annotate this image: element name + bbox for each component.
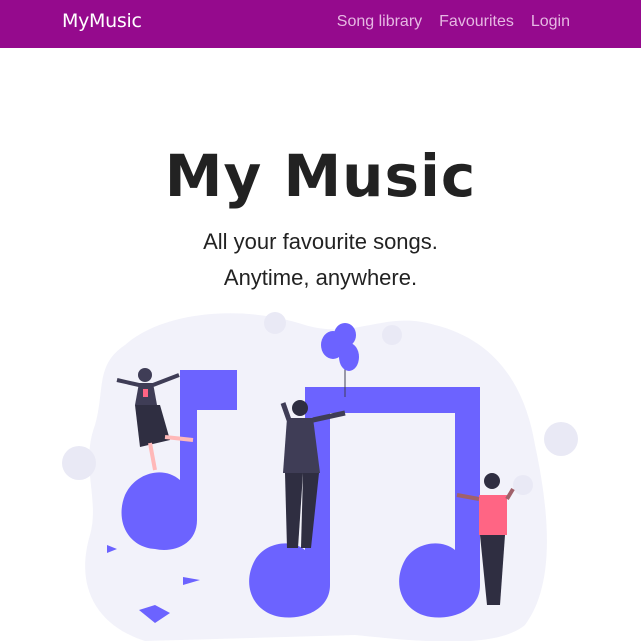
navbar: MyMusic Song library Favourites Login <box>0 0 641 48</box>
balloon <box>334 323 356 347</box>
balloon <box>339 343 359 371</box>
music-illustration <box>62 312 578 641</box>
hero-tagline-line2: Anytime, anywhere. <box>223 265 418 290</box>
decor-circle <box>264 312 286 334</box>
decor-circle <box>382 325 402 345</box>
nav-link-login[interactable]: Login <box>531 13 570 31</box>
music-note-beam <box>330 413 455 445</box>
nav-link-favourites[interactable]: Favourites <box>439 13 514 31</box>
decor-circle <box>513 475 533 495</box>
decor-circle <box>544 422 578 456</box>
hero-tagline-line1: All your favourite songs. <box>203 229 438 254</box>
brand-logo-link[interactable]: MyMusic <box>62 10 142 32</box>
nav-link-song-library[interactable]: Song library <box>337 13 422 31</box>
decor-circle <box>62 446 96 480</box>
hero-title: My Music <box>164 142 477 210</box>
nav-links: Song library Favourites Login <box>337 13 570 31</box>
